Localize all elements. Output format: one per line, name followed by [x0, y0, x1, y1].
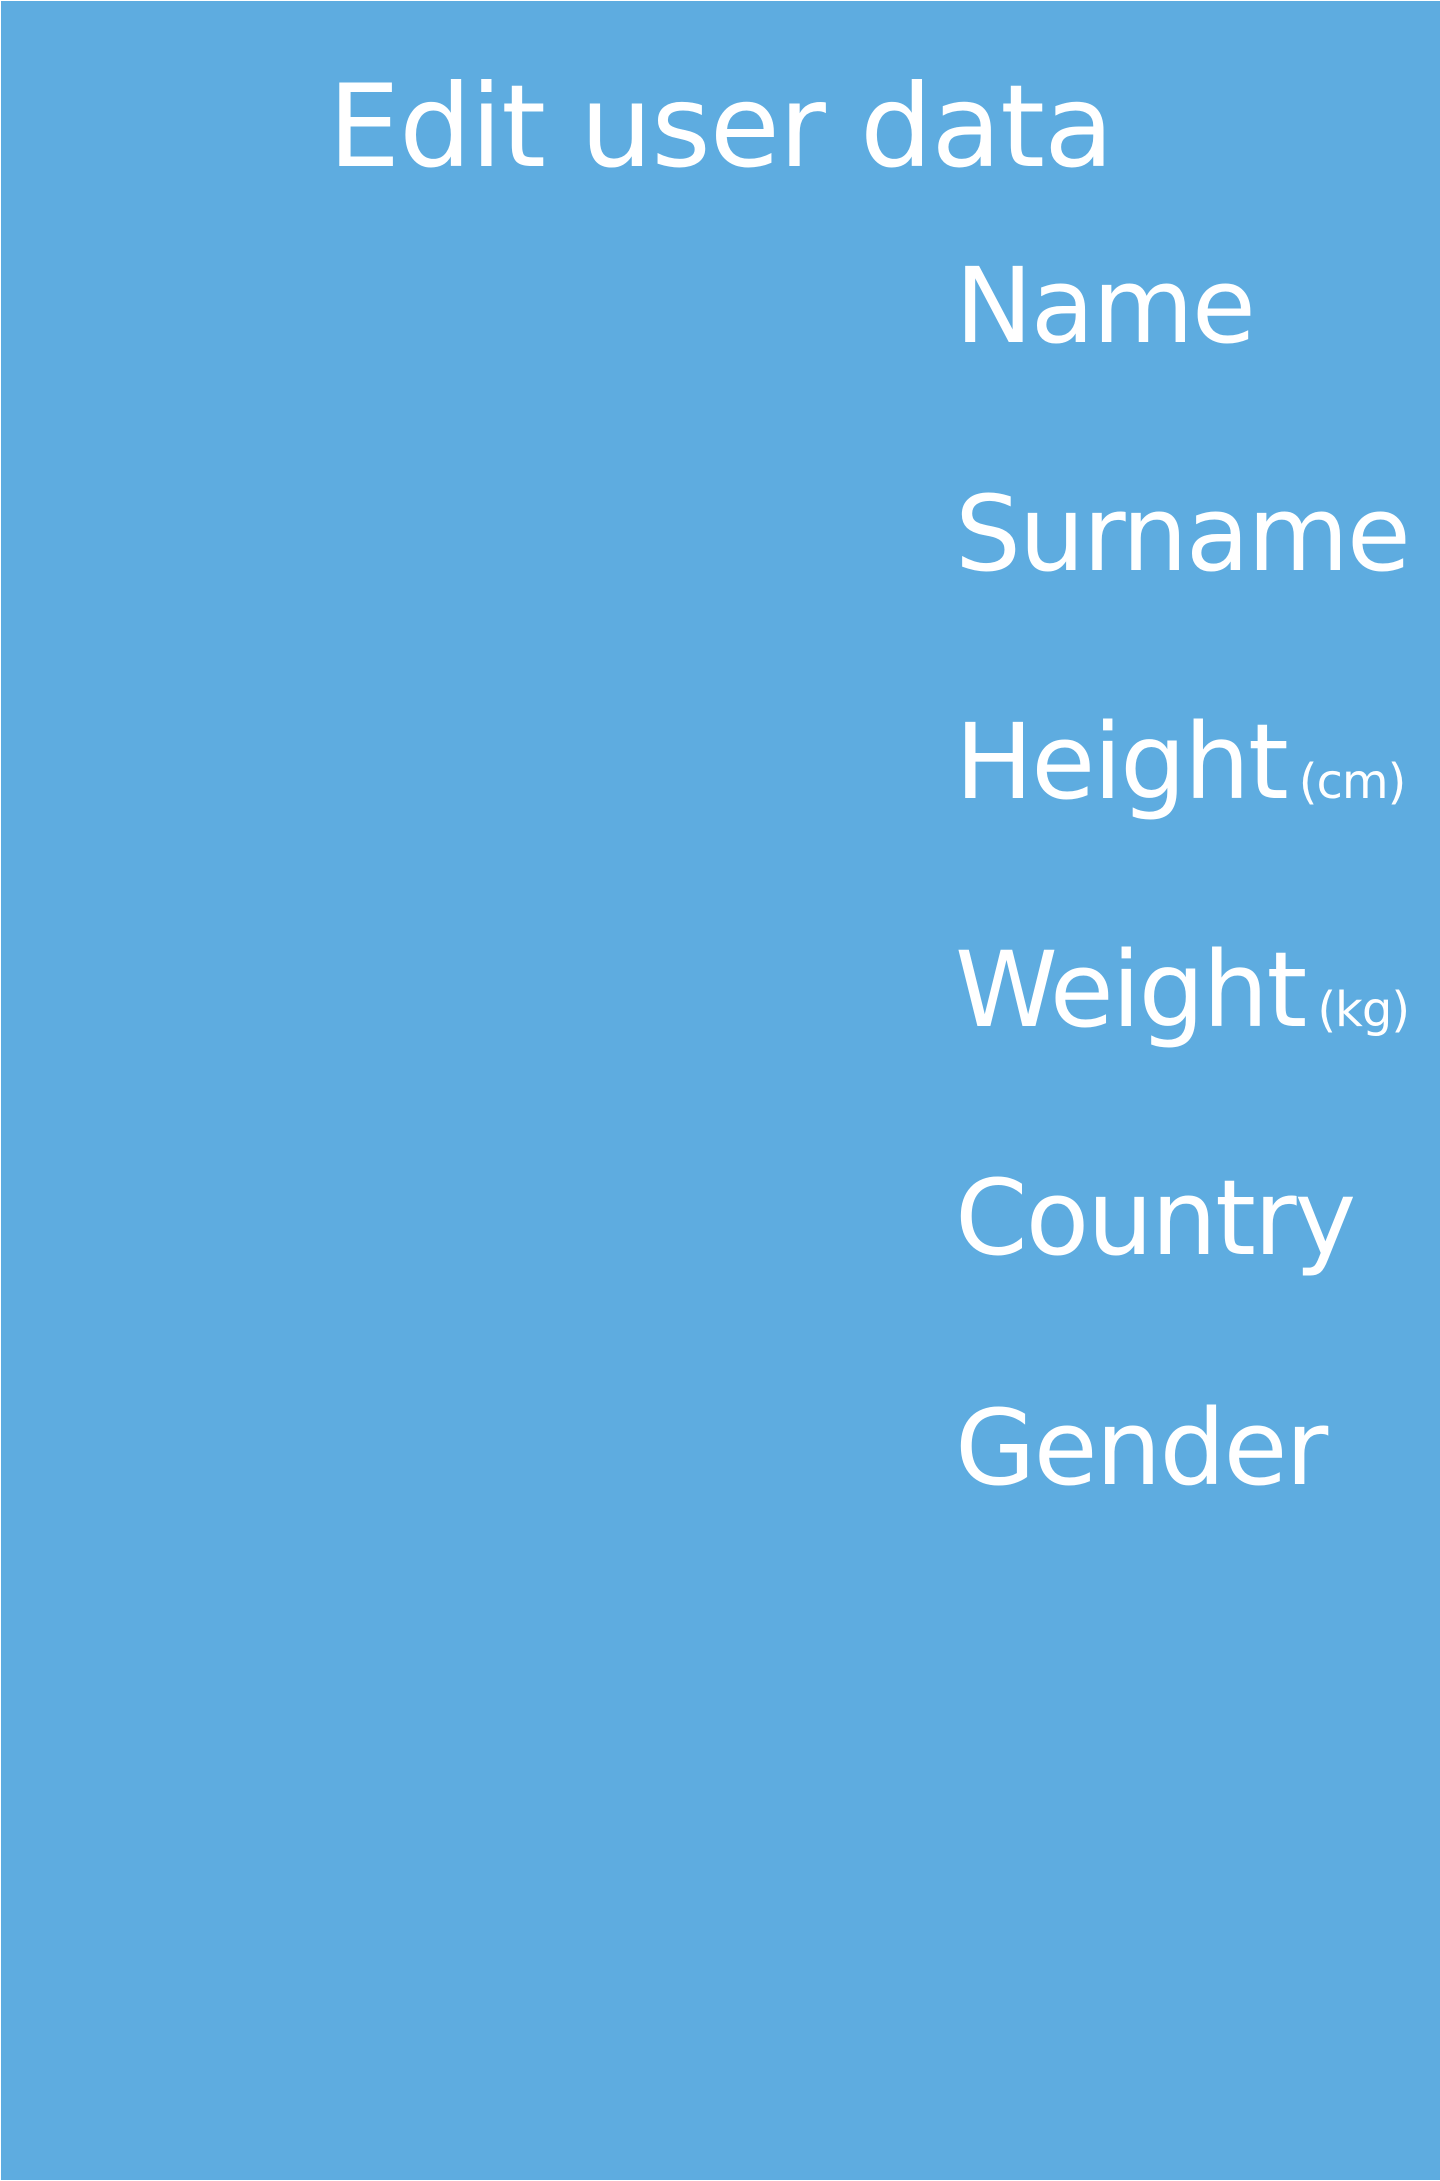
user-field-list: Name Surname Height (cm) Weight (kg) Count…	[955, 247, 1415, 1617]
height-field-label: Height (cm)	[955, 703, 1415, 931]
country-label-text: Country	[955, 1157, 1356, 1279]
page-title: Edit user data	[328, 60, 1114, 193]
weight-unit: (kg)	[1317, 982, 1410, 1038]
country-field-label: Country	[955, 1159, 1415, 1389]
edit-user-screen: Edit user data Name Surname Height (cm) W…	[1, 1, 1440, 2180]
name-field-label: Name	[955, 247, 1415, 475]
weight-field-label: Weight (kg)	[955, 931, 1415, 1159]
surname-field-label: Surname	[955, 475, 1415, 703]
gender-label-text: Gender	[955, 1387, 1328, 1509]
height-unit: (cm)	[1298, 754, 1407, 810]
weight-label-text: Weight	[955, 929, 1307, 1051]
name-label-text: Name	[955, 245, 1256, 367]
height-label-text: Height	[955, 701, 1289, 823]
surname-label-text: Surname	[955, 473, 1411, 595]
gender-field-label: Gender	[955, 1389, 1415, 1617]
